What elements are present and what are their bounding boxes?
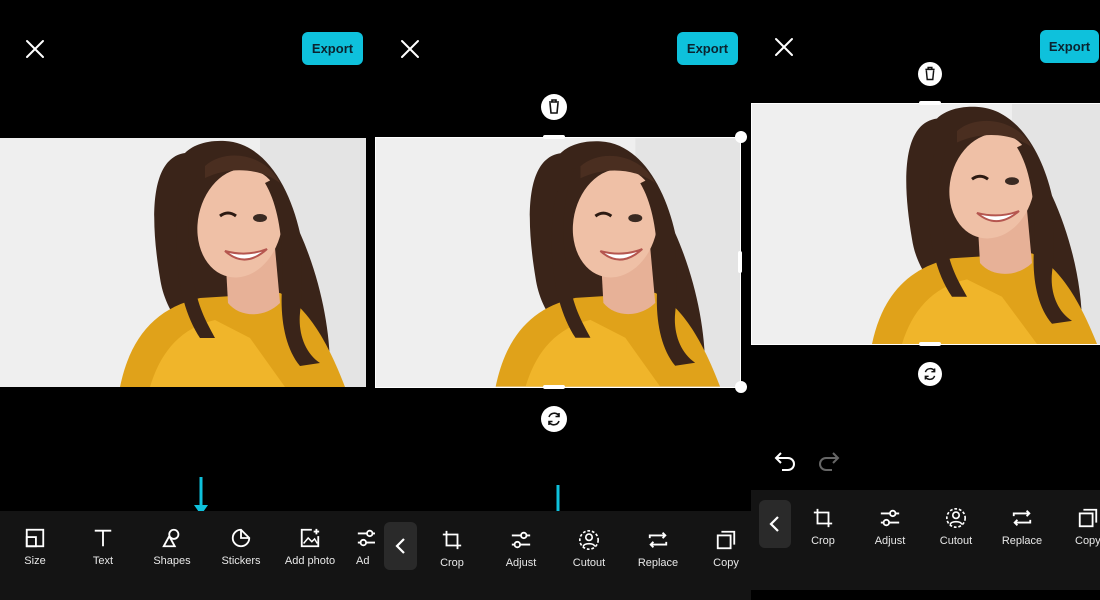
photo[interactable] bbox=[376, 138, 741, 387]
photo[interactable] bbox=[752, 104, 1100, 344]
size-label: Size bbox=[24, 555, 46, 567]
top-right-corner-handle[interactable] bbox=[735, 131, 747, 143]
right-resize-handle[interactable] bbox=[738, 251, 742, 273]
add-photo-tool[interactable]: Add photo bbox=[282, 527, 338, 567]
trash-icon bbox=[925, 66, 935, 81]
top-resize-handle[interactable] bbox=[919, 101, 941, 105]
copy-label: Copy bbox=[1075, 535, 1100, 547]
chevron-left-icon bbox=[395, 538, 405, 554]
add-photo-label: Add photo bbox=[284, 555, 336, 567]
trash-icon bbox=[549, 99, 559, 114]
top-resize-handle[interactable] bbox=[543, 135, 565, 139]
stickers-tool[interactable]: Stickers bbox=[214, 527, 268, 567]
redo-icon bbox=[819, 452, 840, 471]
shapes-icon bbox=[162, 528, 180, 548]
screen-1: Export Size Text Shapes Stickers Add pho… bbox=[0, 0, 375, 600]
crop-tool[interactable]: Crop bbox=[427, 529, 477, 569]
replace-icon bbox=[1012, 510, 1032, 526]
text-tool[interactable]: Text bbox=[78, 527, 128, 567]
replace-icon bbox=[648, 532, 668, 548]
crop-label: Crop bbox=[440, 557, 464, 569]
add-photo-icon bbox=[300, 528, 320, 548]
size-tool[interactable]: Size bbox=[10, 527, 60, 567]
bottom-toolbar: Crop Adjust Cutout Replace Copy bbox=[375, 511, 751, 600]
copy-tool[interactable]: Copy bbox=[702, 529, 750, 569]
close-icon[interactable] bbox=[23, 37, 47, 61]
adjust-tool[interactable]: Adjust bbox=[496, 529, 546, 569]
crop-tool[interactable]: Crop bbox=[799, 507, 847, 547]
cutout-tool[interactable]: Cutout bbox=[564, 529, 614, 569]
size-icon bbox=[25, 528, 45, 548]
replace-tool[interactable]: Replace bbox=[995, 507, 1049, 547]
cutout-label: Cutout bbox=[572, 557, 606, 569]
bottom-resize-handle[interactable] bbox=[543, 385, 565, 389]
cutout-icon bbox=[946, 508, 966, 528]
bottom-toolbar: Size Text Shapes Stickers Add photo Ad bbox=[0, 511, 375, 600]
rotate-icon bbox=[924, 367, 936, 381]
replace-label: Replace bbox=[1001, 535, 1043, 547]
adjust-label: Ad bbox=[356, 555, 370, 567]
shapes-label: Shapes bbox=[153, 555, 191, 567]
rotate-button[interactable] bbox=[541, 406, 567, 432]
replace-label: Replace bbox=[637, 557, 679, 569]
crop-label: Crop bbox=[811, 535, 835, 547]
undo-icon bbox=[774, 452, 795, 471]
export-button[interactable]: Export bbox=[1040, 30, 1099, 63]
back-button[interactable] bbox=[759, 500, 791, 548]
adjust-icon bbox=[880, 509, 900, 527]
rotate-icon bbox=[548, 412, 560, 426]
cutout-tool[interactable]: Cutout bbox=[931, 507, 981, 547]
bottom-resize-handle[interactable] bbox=[919, 342, 941, 346]
adjust-icon bbox=[511, 531, 531, 549]
copy-icon bbox=[1078, 508, 1098, 528]
delete-button[interactable] bbox=[918, 62, 942, 86]
undo-button[interactable] bbox=[773, 448, 797, 477]
copy-label: Copy bbox=[713, 557, 739, 569]
photo[interactable] bbox=[0, 138, 366, 387]
bottom-toolbar: Crop Adjust Cutout Replace Copy bbox=[751, 490, 1100, 590]
chevron-left-icon bbox=[769, 516, 779, 532]
back-button[interactable] bbox=[384, 522, 417, 570]
bottom-right-corner-handle[interactable] bbox=[735, 381, 747, 393]
text-label: Text bbox=[92, 555, 114, 567]
cutout-icon bbox=[579, 530, 599, 550]
redo-button[interactable] bbox=[817, 448, 841, 477]
screen-2: Export Crop Adjust Cutout Replace Copy bbox=[375, 0, 751, 600]
adjust-tool[interactable]: Ad bbox=[356, 527, 375, 567]
close-icon[interactable] bbox=[398, 37, 422, 61]
replace-tool[interactable]: Replace bbox=[631, 529, 685, 569]
rotate-button[interactable] bbox=[918, 362, 942, 386]
crop-icon bbox=[813, 508, 833, 528]
adjust-tool[interactable]: Adjust bbox=[865, 507, 915, 547]
adjust-label: Adjust bbox=[505, 557, 537, 569]
stickers-label: Stickers bbox=[221, 555, 261, 567]
export-button[interactable]: Export bbox=[677, 32, 738, 65]
adjust-icon bbox=[357, 529, 375, 547]
text-icon bbox=[94, 529, 112, 547]
delete-button[interactable] bbox=[541, 94, 567, 120]
export-button[interactable]: Export bbox=[302, 32, 363, 65]
copy-tool[interactable]: Copy bbox=[1069, 507, 1100, 547]
stickers-icon bbox=[231, 528, 251, 548]
crop-icon bbox=[442, 530, 462, 550]
adjust-label: Adjust bbox=[874, 535, 906, 547]
cutout-label: Cutout bbox=[939, 535, 973, 547]
shapes-tool[interactable]: Shapes bbox=[146, 527, 198, 567]
close-icon[interactable] bbox=[772, 35, 796, 59]
copy-icon bbox=[716, 530, 736, 550]
screen-3: Export Crop Adjust Cutout Replace Copy bbox=[751, 0, 1100, 600]
